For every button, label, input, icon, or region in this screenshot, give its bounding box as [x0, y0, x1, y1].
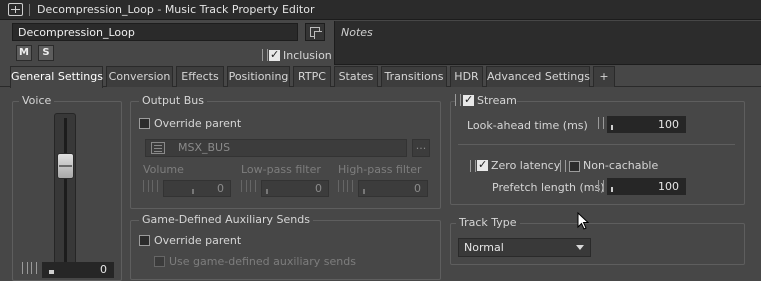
tab-effects[interactable]: Effects — [176, 66, 224, 87]
use-game-aux-checkbox[interactable] — [154, 256, 165, 267]
tab-add[interactable]: + — [593, 66, 615, 87]
notes-field[interactable] — [334, 21, 761, 65]
highpass-link-handle-icon[interactable] — [347, 180, 353, 192]
stream-checkbox[interactable] — [463, 93, 474, 106]
mouse-pointer-icon — [577, 212, 589, 230]
voice-volume-slider[interactable] — [57, 153, 74, 179]
property-editor-icon — [8, 3, 23, 16]
lookahead-value: 100 — [658, 118, 679, 131]
link-icon[interactable] — [305, 23, 325, 41]
voice-rtpc-handle-icon[interactable] — [22, 262, 28, 274]
volume-value: 0 — [217, 182, 224, 195]
volume-label: Volume — [143, 163, 184, 176]
chevron-down-icon[interactable] — [576, 245, 584, 250]
prefetch-field[interactable]: 100 — [607, 178, 686, 195]
lowpass-value: 0 — [315, 182, 322, 195]
voice-fader-groove — [64, 118, 67, 263]
tab-transitions[interactable]: Transitions — [381, 66, 447, 87]
tab-advanced-settings[interactable]: Advanced Settings — [486, 66, 590, 87]
notes-label: Notes — [341, 26, 373, 39]
use-game-aux-label: Use game-defined auxiliary sends — [169, 255, 356, 268]
aux-sends-override-checkbox[interactable] — [139, 235, 150, 246]
volume-rtpc-handle-icon[interactable] — [143, 180, 149, 192]
inclusion-checkbox[interactable] — [269, 48, 280, 61]
output-bus-override-checkbox[interactable] — [139, 118, 150, 129]
prefetch-value: 100 — [658, 180, 679, 193]
solo-button[interactable]: S — [38, 45, 54, 61]
title-separator — [29, 4, 30, 16]
bus-icon — [151, 142, 165, 154]
aux-sends-override-label: Override parent — [154, 234, 242, 247]
lookahead-field[interactable]: 100 — [607, 116, 686, 133]
voice-volume-value: 0 — [100, 263, 107, 276]
volume-link-handle-icon[interactable] — [152, 180, 158, 192]
inclusion-label: Inclusion — [283, 49, 332, 62]
prefetch-label: Prefetch length (ms) — [492, 181, 605, 194]
highpass-field[interactable]: 0 — [358, 180, 428, 197]
volume-field[interactable]: 0 — [163, 180, 231, 197]
output-bus-override-label: Override parent — [154, 117, 242, 130]
lowpass-label: Low-pass filter — [241, 163, 321, 176]
stream-title: Stream — [477, 94, 517, 107]
stream-rtpc-handle-icon[interactable] — [455, 94, 461, 106]
voice-group-title: Voice — [19, 94, 55, 107]
tab-positioning[interactable]: Positioning — [227, 66, 290, 87]
aux-sends-group — [130, 220, 441, 280]
aux-sends-title: Game-Defined Auxiliary Sends — [139, 213, 313, 226]
lowpass-field[interactable]: 0 — [261, 180, 329, 197]
output-bus-browse-button[interactable]: ... — [412, 139, 430, 157]
highpass-value: 0 — [414, 182, 421, 195]
lowpass-rtpc-handle-icon[interactable] — [241, 180, 247, 192]
voice-volume-field[interactable]: 0 — [42, 262, 114, 278]
tab-general-settings[interactable]: General Settings — [10, 66, 103, 88]
rtpc-handle-icon[interactable] — [262, 49, 268, 61]
tab-conversion[interactable]: Conversion — [106, 66, 173, 87]
non-cachable-rtpc-handle-icon[interactable] — [560, 160, 566, 172]
lookahead-rtpc-handle-icon[interactable] — [598, 117, 604, 129]
non-cachable-label: Non-cachable — [583, 159, 659, 172]
zero-latency-label: Zero latency — [491, 159, 561, 172]
non-cachable-checkbox[interactable] — [569, 161, 580, 172]
zero-latency-checkbox[interactable] — [477, 158, 488, 171]
prefetch-rtpc-handle-icon[interactable] — [598, 180, 604, 192]
highpass-label: High-pass filter — [338, 163, 422, 176]
highpass-rtpc-handle-icon[interactable] — [338, 180, 344, 192]
track-type-dropdown[interactable]: Normal — [458, 238, 591, 257]
tab-states[interactable]: States — [334, 66, 378, 87]
track-type-title: Track Type — [456, 216, 520, 229]
stream-divider — [458, 144, 735, 145]
window-title: Decompression_Loop - Music Track Propert… — [37, 3, 315, 16]
tab-rtpc[interactable]: RTPC — [293, 66, 331, 87]
voice-link-handle-icon[interactable] — [31, 262, 37, 274]
tab-hdr[interactable]: HDR — [450, 66, 483, 87]
object-name-field[interactable]: Decompression_Loop — [12, 23, 298, 41]
lowpass-link-handle-icon[interactable] — [250, 180, 256, 192]
lookahead-label: Look-ahead time (ms) — [467, 119, 588, 132]
mute-button[interactable]: M — [16, 45, 32, 61]
output-bus-title: Output Bus — [139, 94, 207, 107]
output-bus-selector[interactable]: MSX_BUS — [145, 139, 407, 157]
zero-latency-rtpc-handle-icon[interactable] — [470, 160, 476, 172]
